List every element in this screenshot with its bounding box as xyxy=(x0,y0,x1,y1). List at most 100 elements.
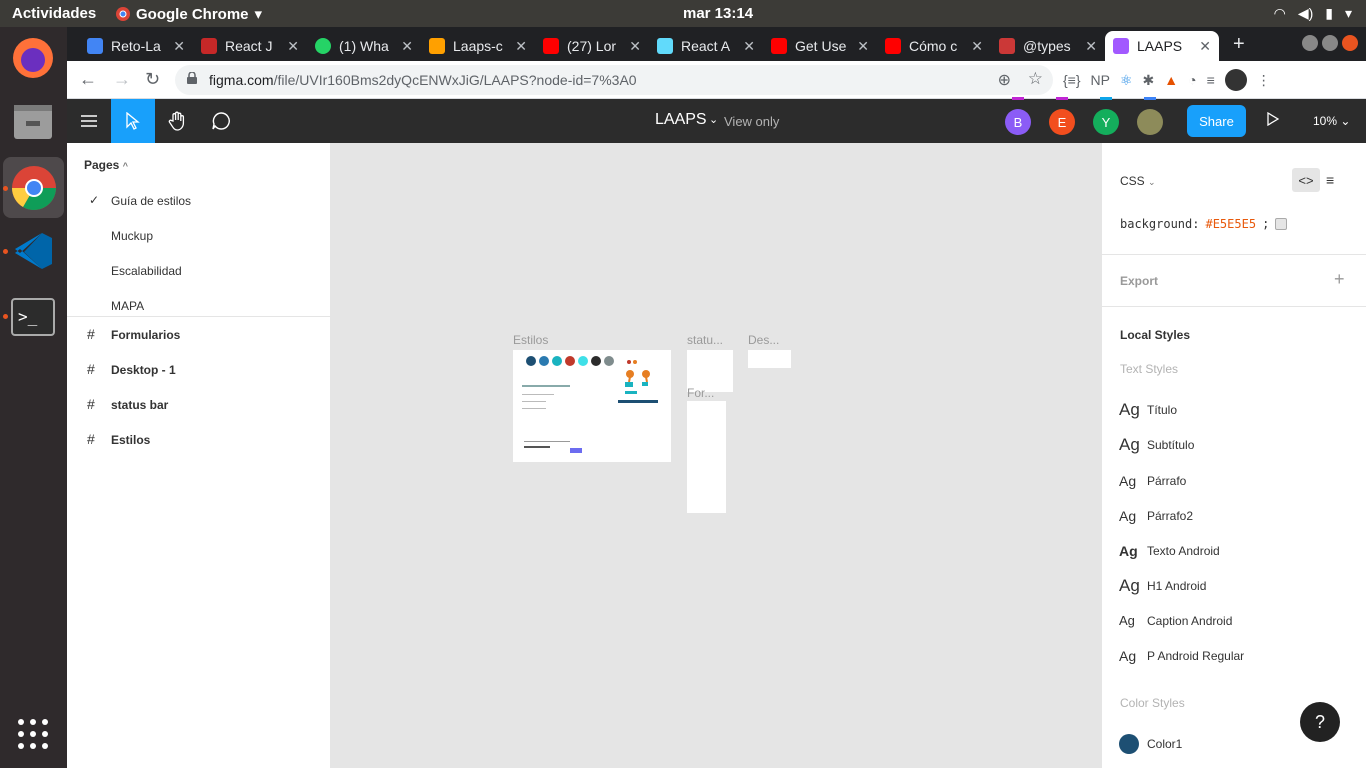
address-bar[interactable]: figma.com/file/UVIr160Bms2dyQcENWxJiG/LA… xyxy=(175,65,1053,95)
help-button[interactable]: ? xyxy=(1300,702,1340,742)
list-view-icon[interactable]: ≡ xyxy=(1326,172,1334,188)
tab-whatsapp[interactable]: (1) Wha ✕ xyxy=(307,31,421,61)
text-style-item[interactable]: Ag Caption Android xyxy=(1119,613,1232,628)
json-extension-icon[interactable]: {≡} xyxy=(1063,72,1081,88)
files-icon[interactable] xyxy=(10,99,56,145)
frame-estilos[interactable] xyxy=(513,350,671,462)
text-style-item[interactable]: Ag Título xyxy=(1119,400,1177,420)
menu-icon[interactable]: ⋮ xyxy=(1257,72,1271,89)
avatar[interactable]: B xyxy=(1005,97,1031,135)
frame-desktop[interactable] xyxy=(748,350,791,368)
canvas[interactable]: Estilos statu... Des... For... xyxy=(331,143,1101,768)
pages-header[interactable]: Pages ^ xyxy=(84,158,128,172)
close-icon[interactable]: ✕ xyxy=(173,38,185,55)
frame-label[interactable]: Des... xyxy=(748,333,779,347)
zoom-level[interactable]: 10% ⌄ xyxy=(1313,114,1350,128)
running-indicator xyxy=(3,186,8,191)
color-style-item[interactable]: Color1 xyxy=(1119,734,1182,754)
text-style-item[interactable]: Ag Párrafo xyxy=(1119,473,1186,489)
main-menu-icon[interactable] xyxy=(67,99,111,143)
tab-react-j[interactable]: React J ✕ xyxy=(193,31,307,61)
code-language-select[interactable]: CSS ⌄ xyxy=(1120,174,1156,188)
zoom-icon[interactable]: ⊕ xyxy=(998,70,1011,90)
layer-item[interactable]: status bar xyxy=(111,398,168,412)
layer-item[interactable]: Formularios xyxy=(111,328,180,342)
activities-button[interactable]: Actividades xyxy=(12,5,96,22)
chrome-icon[interactable] xyxy=(3,157,64,218)
bookmark-star-icon[interactable]: ☆ xyxy=(1028,69,1043,89)
close-icon[interactable]: ✕ xyxy=(1199,38,1211,55)
avatar[interactable]: Y xyxy=(1093,97,1119,135)
text-style-item[interactable]: Ag H1 Android xyxy=(1119,576,1206,596)
page-item[interactable]: Guía de estilos xyxy=(111,194,191,208)
add-export-icon[interactable]: + xyxy=(1334,269,1345,290)
layer-item[interactable]: Estilos xyxy=(111,433,150,447)
tab-laaps-figma[interactable]: LAAPS ✕ xyxy=(1105,31,1219,61)
terminal-icon[interactable]: >_ xyxy=(10,294,56,340)
bug-icon[interactable]: ✱ xyxy=(1143,72,1155,89)
text-style-item[interactable]: Ag P Android Regular xyxy=(1119,648,1244,664)
comment-tool-icon[interactable] xyxy=(199,99,243,143)
divider xyxy=(1102,254,1366,255)
page-item[interactable]: Muckup xyxy=(111,229,153,243)
text-style-item[interactable]: Ag Texto Android xyxy=(1119,543,1220,559)
frame-label[interactable]: For... xyxy=(687,386,714,400)
extension-icon[interactable]: ▲ xyxy=(1164,72,1178,88)
close-icon[interactable]: ✕ xyxy=(401,38,413,55)
app-grid-icon[interactable] xyxy=(10,711,56,757)
minimize-button[interactable] xyxy=(1302,35,1318,51)
presence-indicator xyxy=(1100,97,1112,100)
text-sample xyxy=(524,441,570,442)
close-icon[interactable]: ✕ xyxy=(971,38,983,55)
close-icon[interactable]: ✕ xyxy=(287,38,299,55)
extensions: {≡} NP ⚛ ✱ ▲ ◔ ≡ ⋮ xyxy=(1063,69,1271,91)
close-icon[interactable]: ✕ xyxy=(1085,38,1097,55)
clock[interactable]: mar 13:14 xyxy=(683,5,753,22)
reload-icon[interactable]: ↻ xyxy=(145,69,160,90)
present-icon[interactable] xyxy=(1267,111,1280,131)
forward-icon[interactable]: → xyxy=(113,69,131,90)
tab-react-a[interactable]: React A ✕ xyxy=(649,31,763,61)
chevron-down-icon[interactable]: ⌄ xyxy=(709,113,718,126)
share-button[interactable]: Share xyxy=(1187,105,1246,137)
move-tool-icon[interactable] xyxy=(111,99,155,143)
tab-get-use[interactable]: Get Use ✕ xyxy=(763,31,877,61)
text-style-item[interactable]: Ag Párrafo2 xyxy=(1119,508,1193,524)
code-view-icon[interactable]: <> xyxy=(1292,168,1320,192)
frame-label[interactable]: Estilos xyxy=(513,333,548,347)
doc-icon xyxy=(87,38,103,54)
system-tray[interactable]: ◠ ◀) ▮ ▾ xyxy=(1274,5,1352,22)
file-name[interactable]: LAAPS xyxy=(655,111,707,129)
profile-avatar[interactable] xyxy=(1224,69,1247,91)
extension-icon[interactable]: ◔ xyxy=(1188,72,1196,88)
text-style-item[interactable]: Ag Subtítulo xyxy=(1119,435,1194,455)
react-devtools-icon[interactable]: ⚛ xyxy=(1120,72,1133,89)
frame-label[interactable]: statu... xyxy=(687,333,723,347)
frame-formularios[interactable] xyxy=(687,401,726,513)
app-menu[interactable]: Google Chrome ▾ xyxy=(116,5,262,23)
avatar[interactable]: E xyxy=(1049,97,1075,135)
tab-youtube-lor[interactable]: (27) Lor ✕ xyxy=(535,31,649,61)
close-icon[interactable]: ✕ xyxy=(515,38,527,55)
tab-reto[interactable]: Reto-La ✕ xyxy=(79,31,193,61)
layer-item[interactable]: Desktop - 1 xyxy=(111,363,176,377)
close-icon[interactable]: ✕ xyxy=(743,38,755,55)
page-item[interactable]: MAPA xyxy=(111,299,144,313)
tab-laaps-c[interactable]: Laaps-c ✕ xyxy=(421,31,535,61)
vscode-icon[interactable] xyxy=(10,228,56,274)
close-window-button[interactable] xyxy=(1342,35,1358,51)
close-icon[interactable]: ✕ xyxy=(629,38,641,55)
frame-icon: # xyxy=(87,361,95,377)
np-extension-icon[interactable]: NP xyxy=(1091,72,1110,88)
playlist-icon[interactable]: ≡ xyxy=(1207,72,1215,88)
tab-types[interactable]: @types ✕ xyxy=(991,31,1105,61)
maximize-button[interactable] xyxy=(1322,35,1338,51)
back-icon[interactable]: ← xyxy=(79,69,97,90)
tab-como[interactable]: Cómo c ✕ xyxy=(877,31,991,61)
page-item[interactable]: Escalabilidad xyxy=(111,264,182,278)
close-icon[interactable]: ✕ xyxy=(857,38,869,55)
avatar[interactable] xyxy=(1137,97,1163,135)
new-tab-button[interactable]: + xyxy=(1233,33,1245,56)
firefox-icon[interactable] xyxy=(10,35,56,81)
hand-tool-icon[interactable] xyxy=(155,99,199,143)
